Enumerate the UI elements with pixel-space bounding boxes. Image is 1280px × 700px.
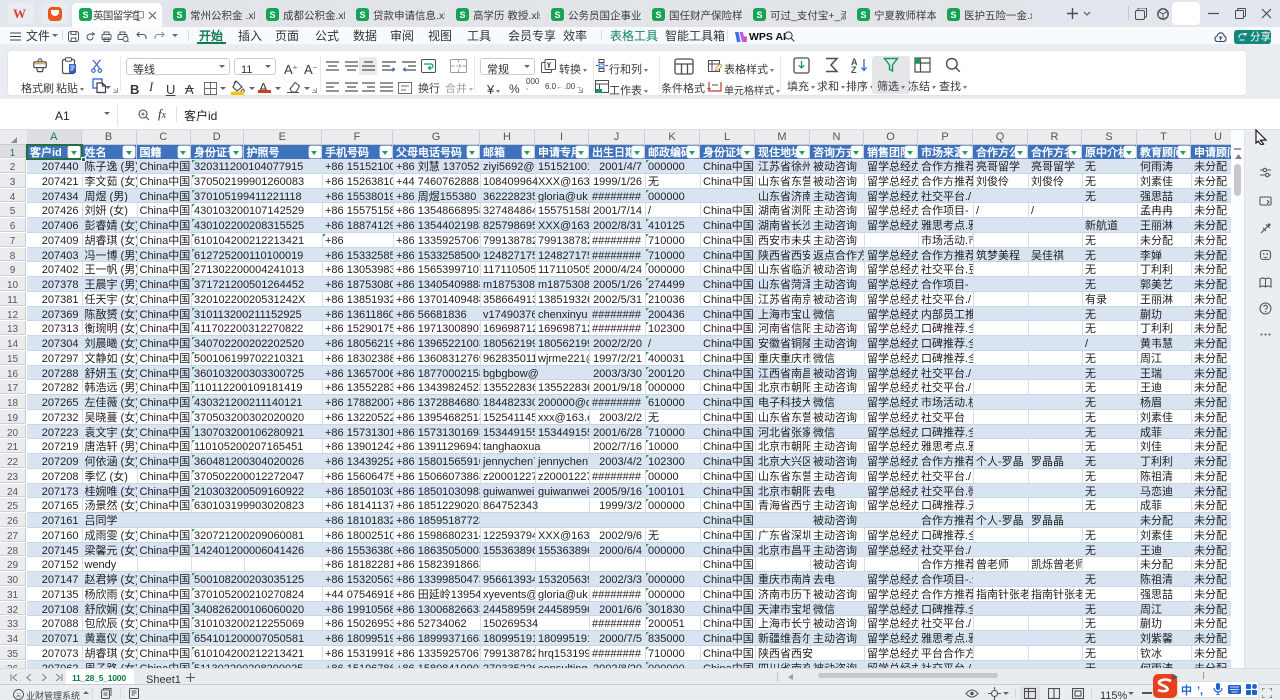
svg-text:Z: Z [851,63,857,73]
